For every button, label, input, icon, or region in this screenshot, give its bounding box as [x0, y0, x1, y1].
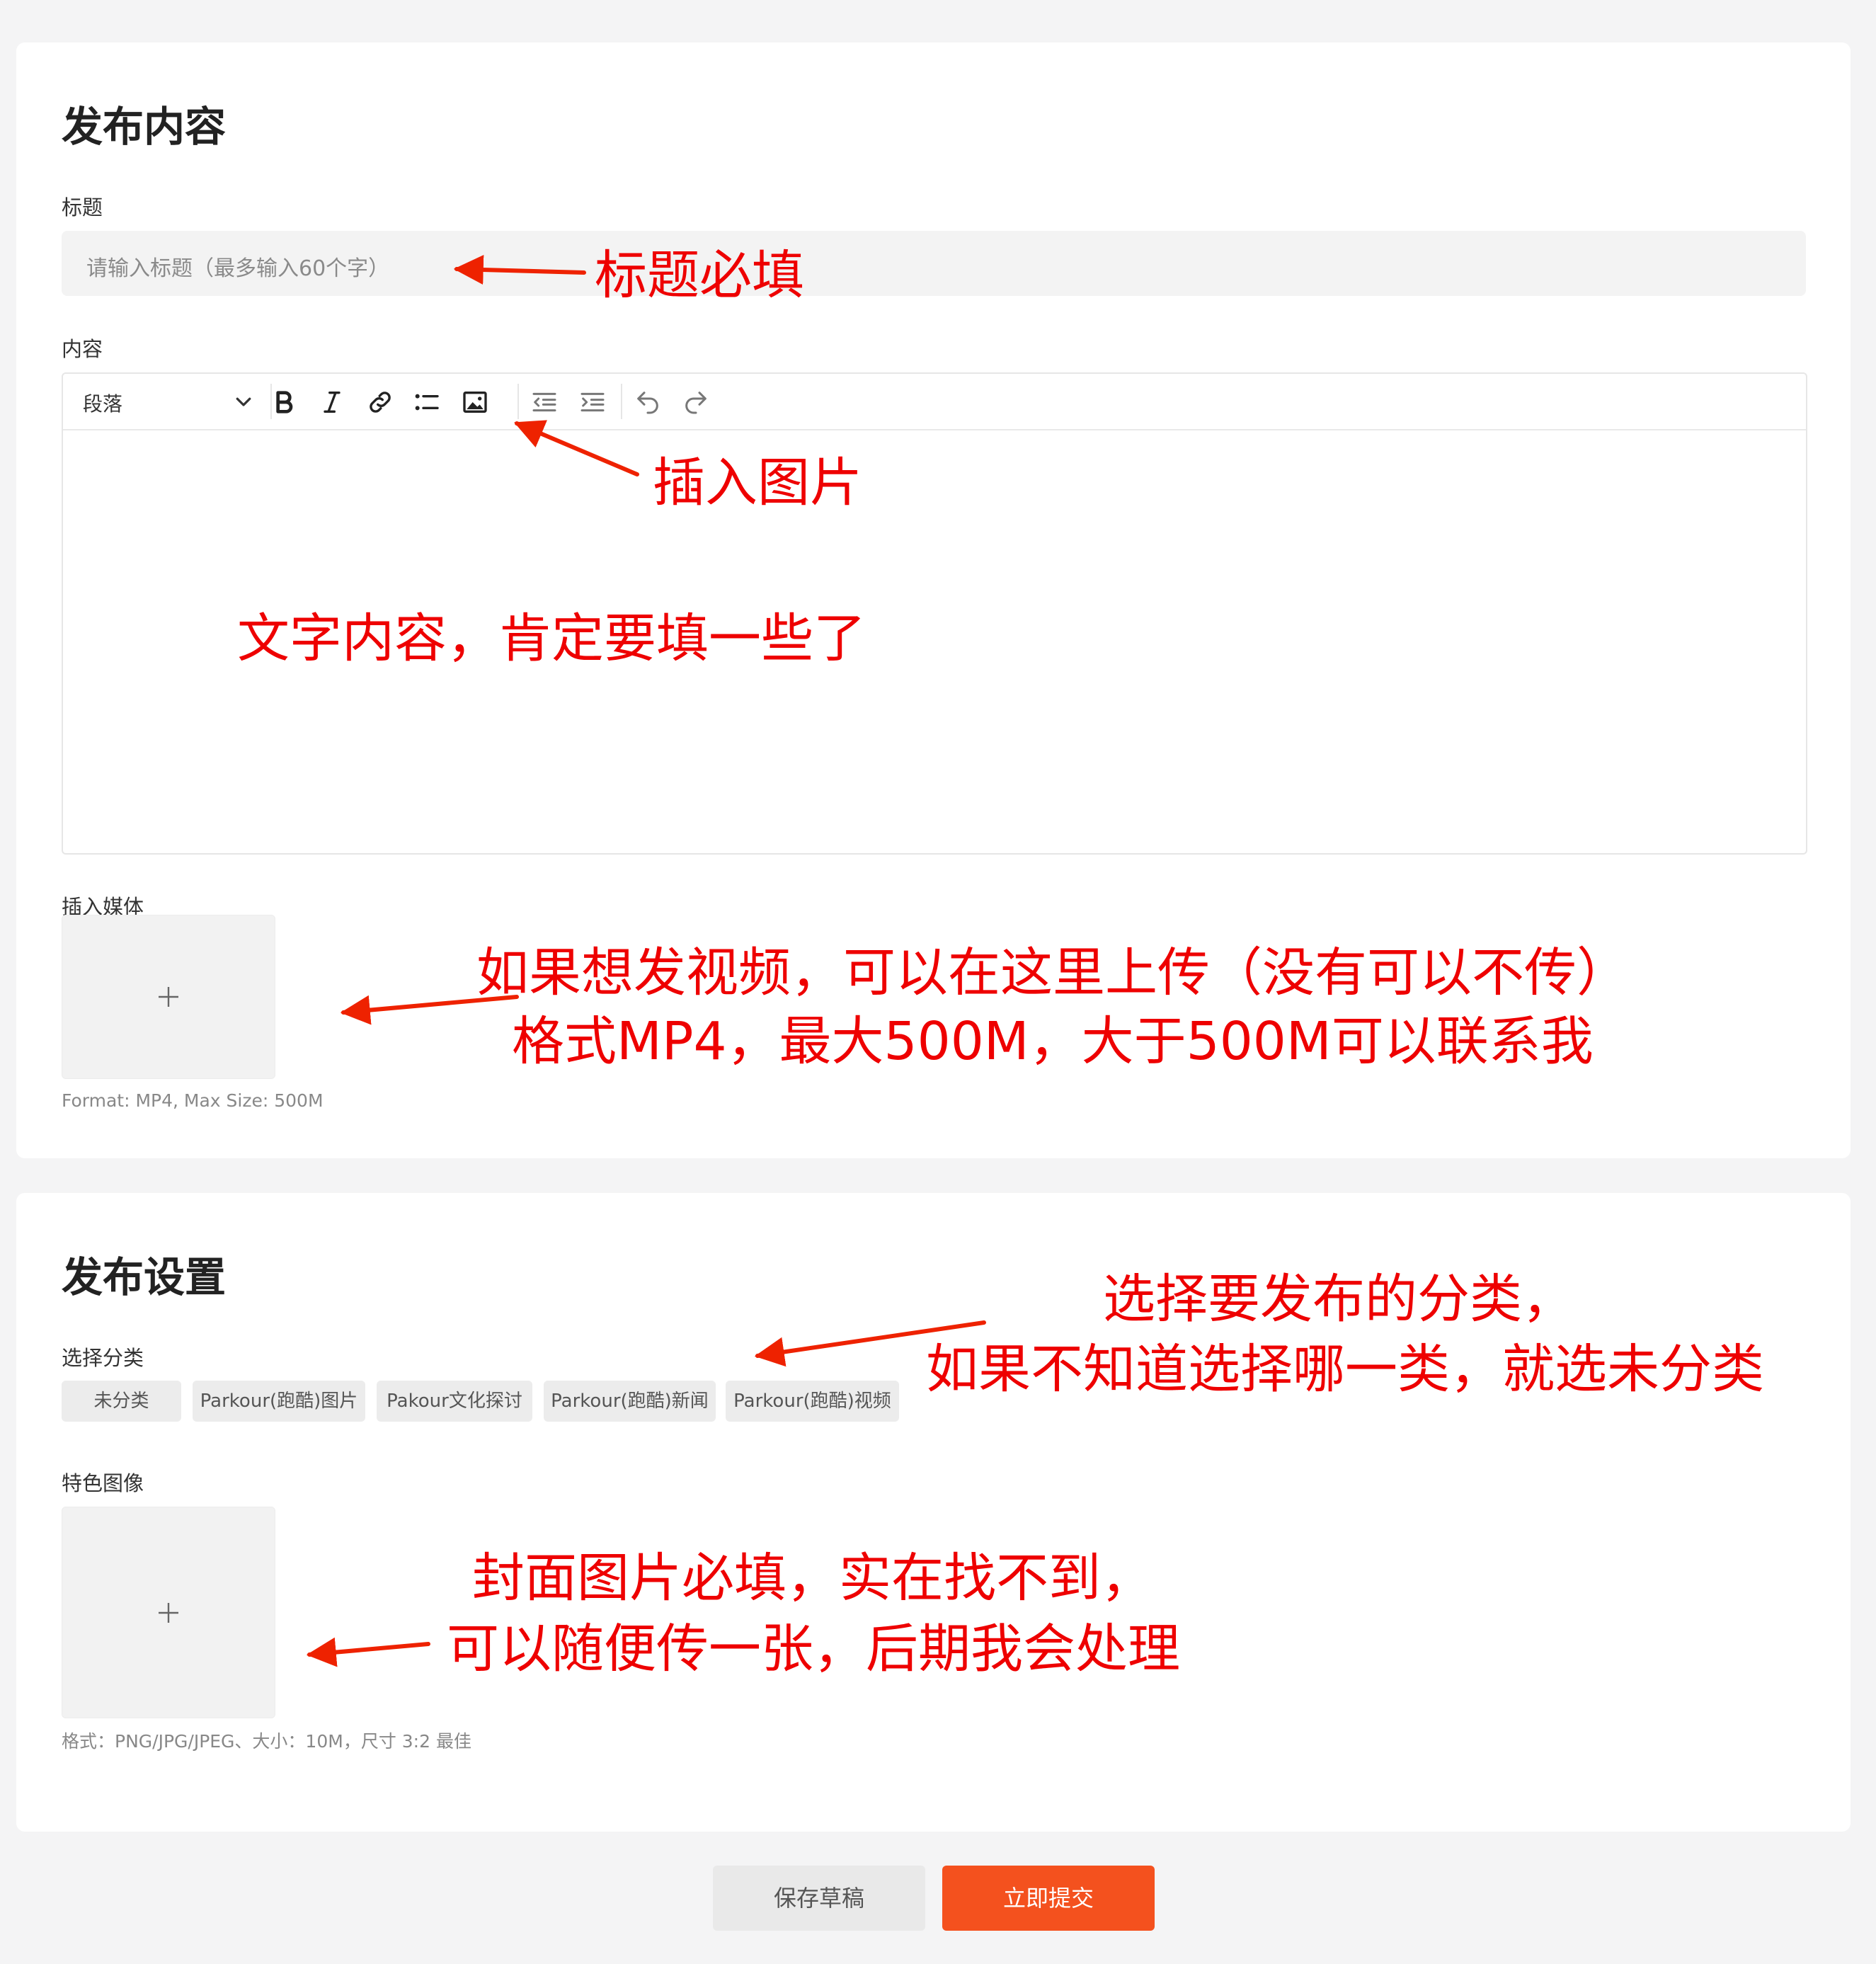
- chevron-down-icon: [233, 391, 254, 412]
- annotation-content-note: 文字内容，肯定要填一些了: [237, 608, 866, 669]
- save-draft-button[interactable]: 保存草稿: [713, 1866, 925, 1931]
- italic-icon[interactable]: [318, 388, 346, 416]
- featured-image-hint: 格式：PNG/JPG/JPEG、大小：10M，尺寸 3:2 最佳: [62, 1731, 471, 1752]
- bulleted-list-icon[interactable]: [413, 388, 441, 416]
- indent-icon[interactable]: [578, 388, 607, 416]
- title-input[interactable]: 请输入标题（最多输入60个字）: [62, 231, 1806, 296]
- category-tag[interactable]: 未分类: [62, 1381, 181, 1422]
- block-format-select[interactable]: 段落: [63, 374, 271, 429]
- publish-settings-heading: 发布设置: [62, 1253, 227, 1301]
- plus-icon: [154, 1599, 183, 1627]
- category-tag[interactable]: Parkour(跑酷)图片: [193, 1381, 365, 1422]
- title-placeholder: 请输入标题（最多输入60个字）: [86, 256, 390, 281]
- content-label: 内容: [62, 337, 103, 361]
- editor-toolbar: 段落: [63, 374, 1806, 430]
- title-label: 标题: [62, 195, 103, 219]
- annotation-title-required: 标题必填: [595, 245, 804, 306]
- plus-icon: [154, 983, 183, 1011]
- redo-icon[interactable]: [682, 388, 710, 416]
- media-upload[interactable]: [62, 915, 275, 1079]
- publish-content-heading: 发布内容: [62, 103, 227, 151]
- annotation-cover-line2: 可以随便传一张，后期我会处理: [447, 1618, 1180, 1679]
- link-icon[interactable]: [366, 388, 394, 416]
- annotation-category-line1: 选择要发布的分类，: [1103, 1269, 1574, 1330]
- undo-icon[interactable]: [634, 388, 662, 416]
- submit-button[interactable]: 立即提交: [942, 1866, 1155, 1931]
- bold-icon[interactable]: [270, 388, 298, 416]
- toolbar-divider: [621, 384, 622, 419]
- annotation-insert-image: 插入图片: [653, 452, 862, 513]
- block-format-value: 段落: [83, 392, 123, 416]
- media-hint: Format: MP4, Max Size: 500M: [62, 1090, 324, 1111]
- annotation-category-line2: 如果不知道选择哪一类，就选未分类: [926, 1339, 1764, 1400]
- outdent-icon[interactable]: [530, 388, 559, 416]
- insert-image-icon[interactable]: [461, 388, 489, 416]
- category-tag[interactable]: Pakour文化探讨: [377, 1381, 532, 1422]
- featured-image-upload[interactable]: [62, 1507, 275, 1718]
- category-tag[interactable]: Parkour(跑酷)新闻: [544, 1381, 716, 1422]
- category-label: 选择分类: [62, 1346, 144, 1370]
- featured-image-label: 特色图像: [62, 1471, 144, 1495]
- annotation-cover-line1: 封面图片必填，实在找不到，: [472, 1548, 1153, 1609]
- annotation-video-line1: 如果想发视频，可以在这里上传（没有可以不传）: [476, 942, 1629, 1003]
- toolbar-divider: [517, 384, 519, 419]
- category-tag[interactable]: Parkour(跑酷)视频: [726, 1381, 899, 1422]
- annotation-video-line2: 格式MP4，最大500M，大于500M可以联系我: [512, 1011, 1594, 1072]
